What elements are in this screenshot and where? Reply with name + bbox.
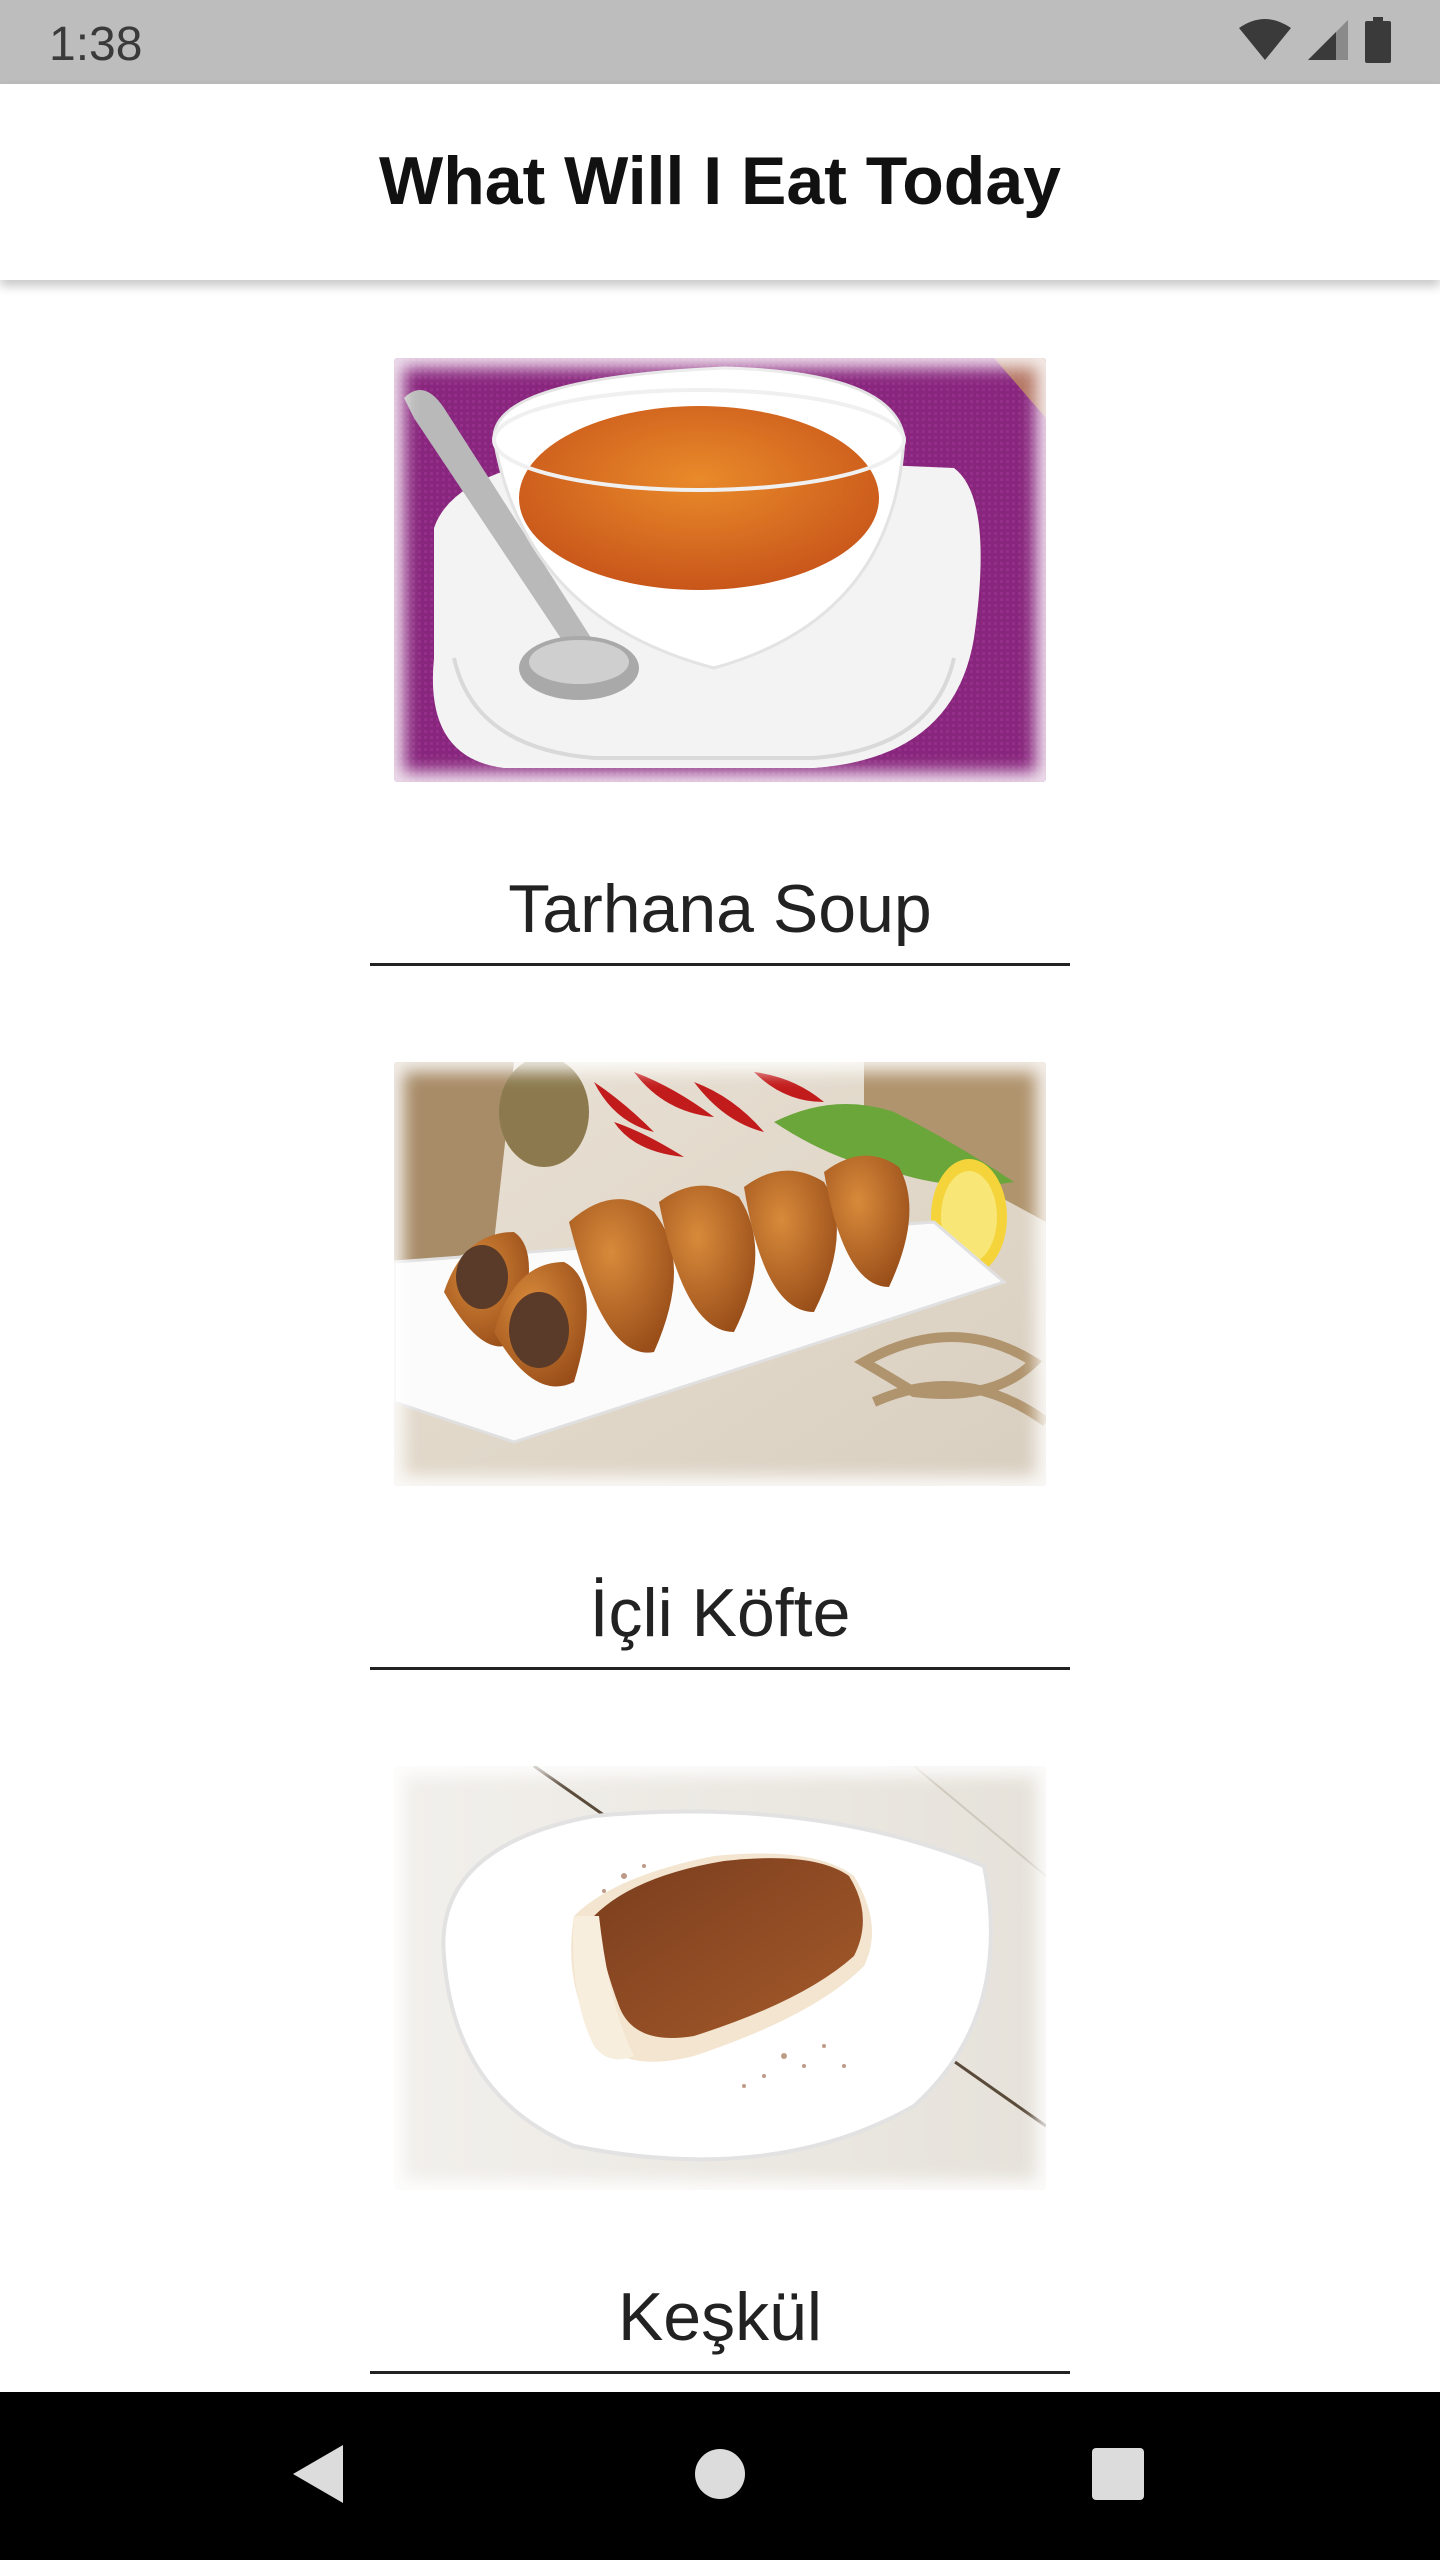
food-card-tarhana-soup[interactable]: Tarhana Soup [0, 280, 1440, 984]
back-button[interactable] [278, 2436, 358, 2516]
battery-icon [1364, 16, 1392, 68]
back-icon [289, 2443, 347, 2510]
status-time: 1:38 [49, 18, 143, 71]
food-name: İçli Köfte [589, 1575, 851, 1651]
status-bar: 1:38 [0, 0, 1440, 84]
app-bar: What Will I Eat Today [0, 84, 1440, 280]
food-list[interactable]: Tarhana Soup İçli Köfte Keşkül [0, 280, 1440, 2392]
food-name-underline [370, 1667, 1070, 1670]
status-icons [1238, 16, 1392, 68]
food-name-underline [370, 2371, 1070, 2374]
food-name: Tarhana Soup [508, 871, 932, 947]
cell-signal-icon [1306, 18, 1350, 67]
food-card-icli-kofte[interactable]: İçli Köfte [0, 984, 1440, 1688]
recents-button[interactable] [1078, 2436, 1158, 2516]
navigation-bar [0, 2392, 1440, 2560]
food-name-underline [370, 963, 1070, 966]
tarhana-soup-image[interactable] [394, 358, 1046, 782]
food-name: Keşkül [617, 2279, 823, 2355]
screen: 1:38 What Will I Eat Today Tarhana Soup … [0, 0, 1440, 2560]
recents-icon [1091, 2447, 1145, 2506]
wifi-icon [1238, 18, 1292, 67]
icli-kofte-image[interactable] [394, 1062, 1046, 1486]
app-title: What Will I Eat Today [379, 143, 1061, 219]
home-icon [694, 2448, 746, 2505]
keskul-image[interactable] [394, 1766, 1046, 2190]
home-button[interactable] [680, 2436, 760, 2516]
food-card-keskul[interactable]: Keşkül [0, 1688, 1440, 2392]
